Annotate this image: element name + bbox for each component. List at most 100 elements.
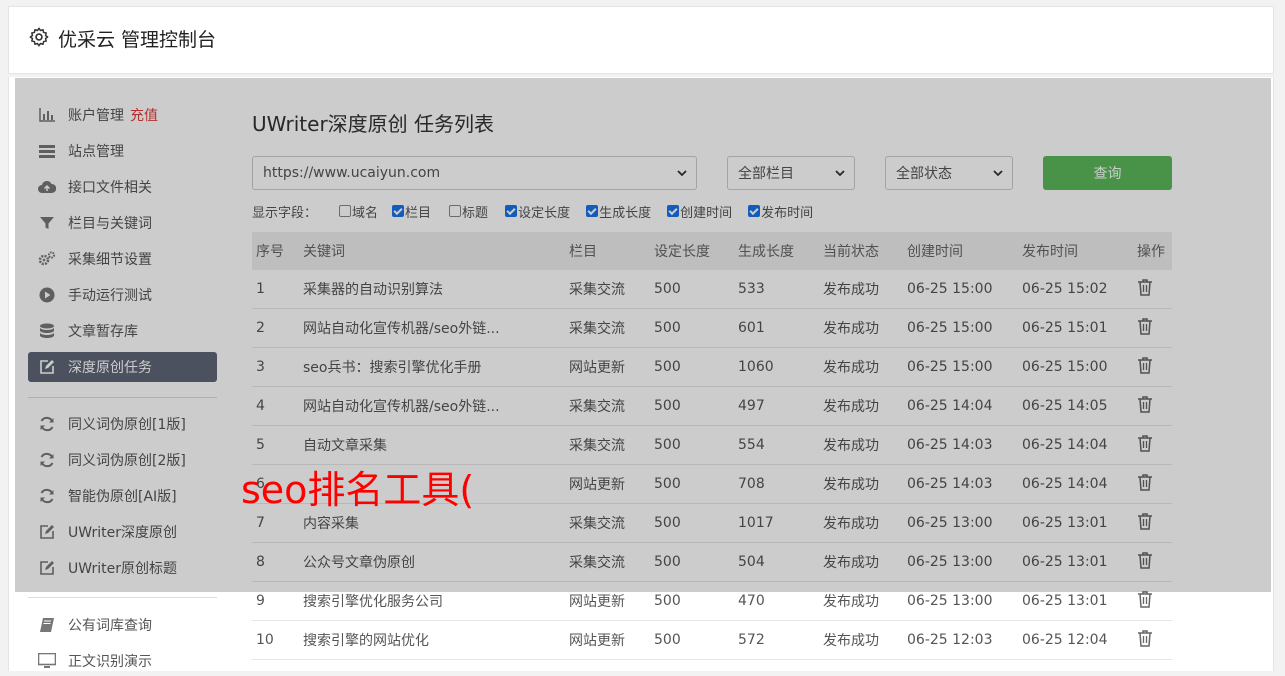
sidebar-item-label: 文章暂存库 (68, 324, 138, 340)
column-select[interactable]: 全部栏目 (727, 156, 855, 190)
checkbox[interactable] (748, 205, 761, 217)
sidebar-item-columns-keywords[interactable]: 栏目与关键词 (28, 208, 217, 238)
refresh-icon (38, 487, 56, 505)
top-header: 优采云 管理控制台 (8, 6, 1274, 74)
trash-icon[interactable] (1137, 317, 1153, 335)
cell-set-length: 500 (654, 425, 738, 465)
cell-column: 采集交流 (569, 542, 654, 582)
col-header: 操作 (1137, 232, 1172, 270)
sidebar-item-collect-settings[interactable]: 采集细节设置 (28, 244, 217, 274)
overlay-watermark-text: seo排名工具( (241, 468, 475, 512)
sidebar-item-deep-original-tasks[interactable]: 深度原创任务 (28, 352, 217, 382)
sidebar-item-account[interactable]: 账户管理 充值 (28, 100, 217, 130)
cell-keyword[interactable]: 网站自动化宣传机器/seo外链... (303, 308, 569, 348)
field-checkbox-title[interactable]: 标题 (449, 202, 488, 221)
sidebar-item-public-lexicon[interactable]: 公有词库查询 (28, 610, 217, 640)
sidebar-item-sites[interactable]: 站点管理 (28, 136, 217, 166)
table-row: 2 网站自动化宣传机器/seo外链... 采集交流 500 601 发布成功 06-25 1… (252, 308, 1172, 348)
checkbox-label: 设定长度 (518, 205, 571, 221)
field-checkbox-domain[interactable]: 域名 (339, 202, 378, 221)
cell-index: 4 (252, 386, 303, 426)
field-checkbox-gen-length[interactable]: 生成长度 (586, 202, 651, 221)
sidebar-item-synonym-v2[interactable]: 同义词伪原创[2版] (28, 445, 217, 475)
trash-icon[interactable] (1137, 590, 1153, 608)
cell-gen-length: 1060 (738, 347, 823, 387)
chevron-down-icon (677, 170, 687, 177)
col-header: 生成长度 (738, 232, 823, 270)
checkbox[interactable] (586, 205, 599, 217)
cell-published: 06-25 15:01 (1022, 308, 1137, 348)
cell-set-length: 500 (654, 503, 738, 543)
checkbox[interactable] (339, 205, 352, 217)
cell-keyword[interactable]: 搜索引擎优化服务公司 (303, 581, 569, 621)
cell-set-length: 500 (654, 270, 738, 309)
cell-column: 采集交流 (569, 308, 654, 348)
field-checkbox-created[interactable]: 创建时间 (667, 202, 732, 221)
cell-set-length: 500 (654, 308, 738, 348)
recharge-link[interactable]: 充值 (130, 105, 158, 125)
cell-keyword[interactable]: 采集器的自动识别算法 (303, 270, 569, 309)
cell-actions (1137, 347, 1172, 387)
edit-icon (38, 358, 56, 376)
col-header: 当前状态 (823, 232, 907, 270)
field-checkbox-set-length[interactable]: 设定长度 (505, 202, 570, 221)
task-table: 序号 关键词 栏目 设定长度 生成长度 当前状态 创建时间 发布时间 操作 1采… (252, 232, 1172, 660)
trash-icon[interactable] (1137, 473, 1153, 491)
field-checkbox-column[interactable]: 栏目 (392, 202, 431, 221)
trash-icon[interactable] (1137, 551, 1153, 569)
site-select-value: https://www.ucaiyun.com (263, 165, 441, 181)
cell-index: 8 (252, 542, 303, 582)
cell-actions (1137, 620, 1172, 660)
trash-icon[interactable] (1137, 395, 1153, 413)
cell-set-length: 500 (654, 347, 738, 387)
sidebar-item-label: 智能伪原创[AI版] (68, 489, 177, 505)
cell-keyword[interactable]: 网站自动化宣传机器/seo外链... (303, 386, 569, 426)
table-row: 1 采集器的自动识别算法 采集交流 500 533 发布成功 06-25 15:00 06-2… (252, 270, 1172, 309)
cell-index: 9 (252, 581, 303, 621)
checkbox-label: 域名 (352, 205, 379, 221)
cell-keyword[interactable]: 公众号文章伪原创 (303, 542, 569, 582)
sidebar-item-uwriter-original[interactable]: UWriter深度原创 (28, 517, 217, 547)
cell-actions (1137, 386, 1172, 426)
sidebar-item-interface-files[interactable]: 接口文件相关 (28, 172, 217, 202)
cell-gen-length: 497 (738, 386, 823, 426)
table-row: 9 搜索引擎优化服务公司 网站更新 500 470 发布成功 06-25 13:00 06-2… (252, 581, 1172, 621)
cell-keyword[interactable]: seo兵书：搜索引擎优化手册 (303, 347, 569, 387)
sidebar-item-article-storage[interactable]: 文章暂存库 (28, 316, 217, 346)
book-icon (38, 616, 56, 634)
cell-gen-length: 504 (738, 542, 823, 582)
sidebar-item-uwriter-title[interactable]: UWriter原创标题 (28, 553, 217, 583)
cell-created: 06-25 13:00 (907, 542, 1022, 582)
checkbox[interactable] (449, 205, 462, 217)
column-select-value: 全部栏目 (738, 166, 794, 182)
trash-icon[interactable] (1137, 356, 1153, 374)
sidebar-item-text-recognition[interactable]: 正文识别演示 (28, 646, 217, 676)
cell-actions (1137, 425, 1172, 465)
cell-actions (1137, 308, 1172, 348)
monitor-icon (38, 652, 56, 670)
sidebar-item-manual-run[interactable]: 手动运行测试 (28, 280, 217, 310)
cell-status: 发布成功 (823, 308, 907, 348)
sidebar-item-synonym-v1[interactable]: 同义词伪原创[1版] (28, 409, 217, 439)
cell-column: 网站更新 (569, 464, 654, 504)
trash-icon[interactable] (1137, 512, 1153, 530)
cell-column: 网站更新 (569, 347, 654, 387)
site-select[interactable]: https://www.ucaiyun.com (252, 156, 697, 190)
status-select[interactable]: 全部状态 (885, 156, 1013, 190)
checkbox[interactable] (392, 205, 405, 217)
cell-status: 发布成功 (823, 581, 907, 621)
cell-published: 06-25 14:04 (1022, 425, 1137, 465)
field-checkbox-published[interactable]: 发布时间 (748, 202, 813, 221)
trash-icon[interactable] (1137, 434, 1153, 452)
sidebar-item-smart-ai[interactable]: 智能伪原创[AI版] (28, 481, 217, 511)
checkbox[interactable] (505, 205, 518, 217)
col-header: 发布时间 (1022, 232, 1137, 270)
trash-icon[interactable] (1137, 278, 1153, 296)
col-header: 设定长度 (654, 232, 738, 270)
trash-icon[interactable] (1137, 629, 1153, 647)
checkbox[interactable] (667, 205, 680, 217)
cell-keyword[interactable]: 搜索引擎的网站优化 (303, 620, 569, 660)
query-button[interactable]: 查询 (1043, 156, 1172, 190)
refresh-icon (38, 415, 56, 433)
cell-status: 发布成功 (823, 270, 907, 309)
